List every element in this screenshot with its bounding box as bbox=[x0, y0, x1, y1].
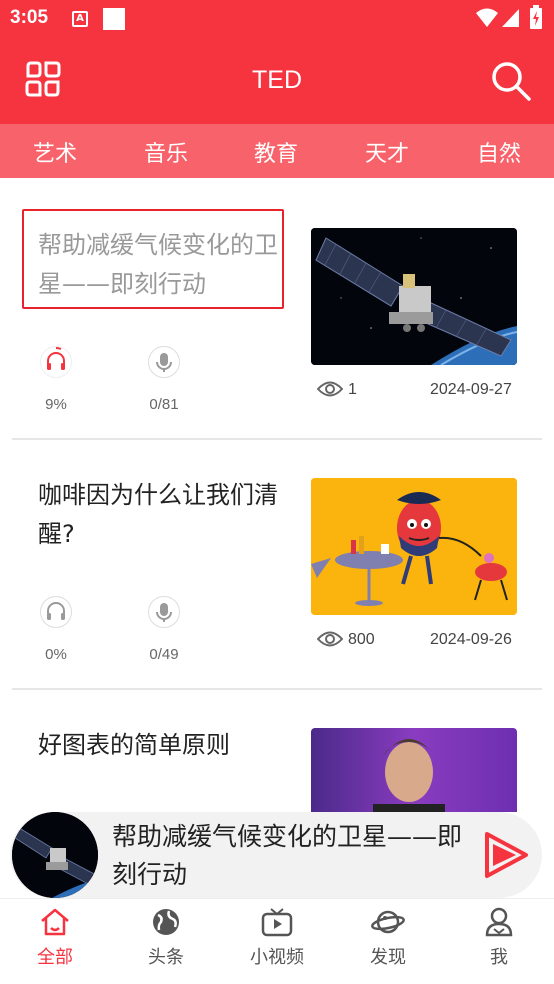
tab-all[interactable]: 全部 bbox=[10, 907, 100, 969]
tab-label: 全部 bbox=[37, 947, 73, 968]
person-icon bbox=[485, 907, 513, 937]
microphone-icon bbox=[156, 353, 172, 372]
tab-category-education[interactable]: 教育 bbox=[236, 136, 316, 168]
list-item[interactable]: 帮助减缓气候变化的卫星——即刻行动 9% 0/81 1 2024-09-27 bbox=[0, 178, 554, 440]
tab-me[interactable]: 我 bbox=[454, 907, 544, 969]
tab-short-video[interactable]: 小视频 bbox=[232, 907, 322, 969]
satellite-thumbnail-image bbox=[311, 228, 517, 365]
headphones-icon bbox=[47, 602, 65, 620]
views-eye-icon bbox=[317, 381, 343, 397]
record-count-text: 0/49 bbox=[149, 646, 179, 663]
globe-icon bbox=[153, 909, 179, 935]
listen-progress-button[interactable] bbox=[40, 596, 72, 628]
play-icon[interactable] bbox=[482, 830, 530, 880]
tab-discover[interactable]: 发现 bbox=[343, 907, 433, 969]
tab-label: 头条 bbox=[148, 947, 184, 968]
article-thumbnail[interactable] bbox=[311, 228, 517, 365]
battery-icon bbox=[530, 5, 542, 29]
listen-progress-button[interactable] bbox=[40, 346, 72, 378]
article-title[interactable]: 好图表的简单原则 bbox=[38, 726, 288, 765]
publish-date: 2024-09-26 bbox=[430, 631, 512, 648]
bottom-tab-bar: 全部 头条 小视频 发现 我 bbox=[0, 898, 554, 984]
tab-category-nature[interactable]: 自然 bbox=[459, 136, 539, 168]
tab-label: 我 bbox=[490, 947, 508, 968]
article-thumbnail[interactable] bbox=[311, 478, 517, 615]
record-button[interactable] bbox=[148, 596, 180, 628]
satellite-thumbnail-image bbox=[12, 812, 98, 898]
speaker-thumbnail-image bbox=[311, 728, 517, 812]
tab-label: 小视频 bbox=[250, 947, 304, 968]
microphone-icon bbox=[156, 603, 172, 622]
record-button[interactable] bbox=[148, 346, 180, 378]
notification-square-icon bbox=[103, 8, 125, 30]
tab-label: 发现 bbox=[370, 947, 406, 968]
article-title[interactable]: 咖啡因为什么让我们清醒? bbox=[38, 476, 288, 554]
home-icon bbox=[41, 908, 69, 936]
tab-category-art[interactable]: 艺术 bbox=[15, 136, 95, 168]
tv-icon bbox=[261, 908, 293, 937]
notification-a-icon: A bbox=[72, 11, 88, 27]
player-title: 帮助减缓气候变化的卫星——即刻行动 bbox=[112, 822, 463, 889]
listen-progress-text: 9% bbox=[45, 396, 67, 413]
status-time: 3:05 bbox=[10, 7, 49, 28]
article-title[interactable]: 帮助减缓气候变化的卫星——即刻行动 bbox=[38, 226, 288, 304]
app-bar: TED bbox=[0, 38, 554, 124]
tab-category-music[interactable]: 音乐 bbox=[126, 136, 206, 168]
coffee-character-thumbnail-image bbox=[311, 478, 517, 615]
app-title: TED bbox=[252, 66, 302, 94]
list-item[interactable]: 咖啡因为什么让我们清醒? 0% 0/49 800 2024-09-26 bbox=[0, 440, 554, 690]
record-count-text: 0/81 bbox=[149, 396, 179, 413]
views-count: 800 bbox=[348, 631, 375, 648]
list-item[interactable]: 好图表的简单原则 bbox=[0, 690, 554, 812]
planet-icon bbox=[371, 910, 405, 934]
category-tabs: 艺术 音乐 教育 天才 自然 bbox=[0, 124, 554, 178]
article-thumbnail[interactable] bbox=[311, 728, 517, 812]
publish-date: 2024-09-27 bbox=[430, 381, 512, 398]
views-eye-icon bbox=[317, 631, 343, 647]
search-icon[interactable] bbox=[490, 60, 532, 102]
status-bar: 3:05 A bbox=[0, 0, 554, 38]
tab-headlines[interactable]: 头条 bbox=[121, 907, 211, 969]
tab-category-genius[interactable]: 天才 bbox=[347, 136, 427, 168]
player-thumbnail[interactable] bbox=[12, 812, 98, 898]
views-count: 1 bbox=[348, 381, 357, 398]
headphones-icon bbox=[47, 347, 65, 370]
mini-player[interactable]: 帮助减缓气候变化的卫星——即刻行动 bbox=[10, 812, 542, 898]
wifi-icon bbox=[476, 8, 498, 27]
signal-icon bbox=[502, 9, 519, 27]
listen-progress-text: 0% bbox=[45, 646, 67, 663]
